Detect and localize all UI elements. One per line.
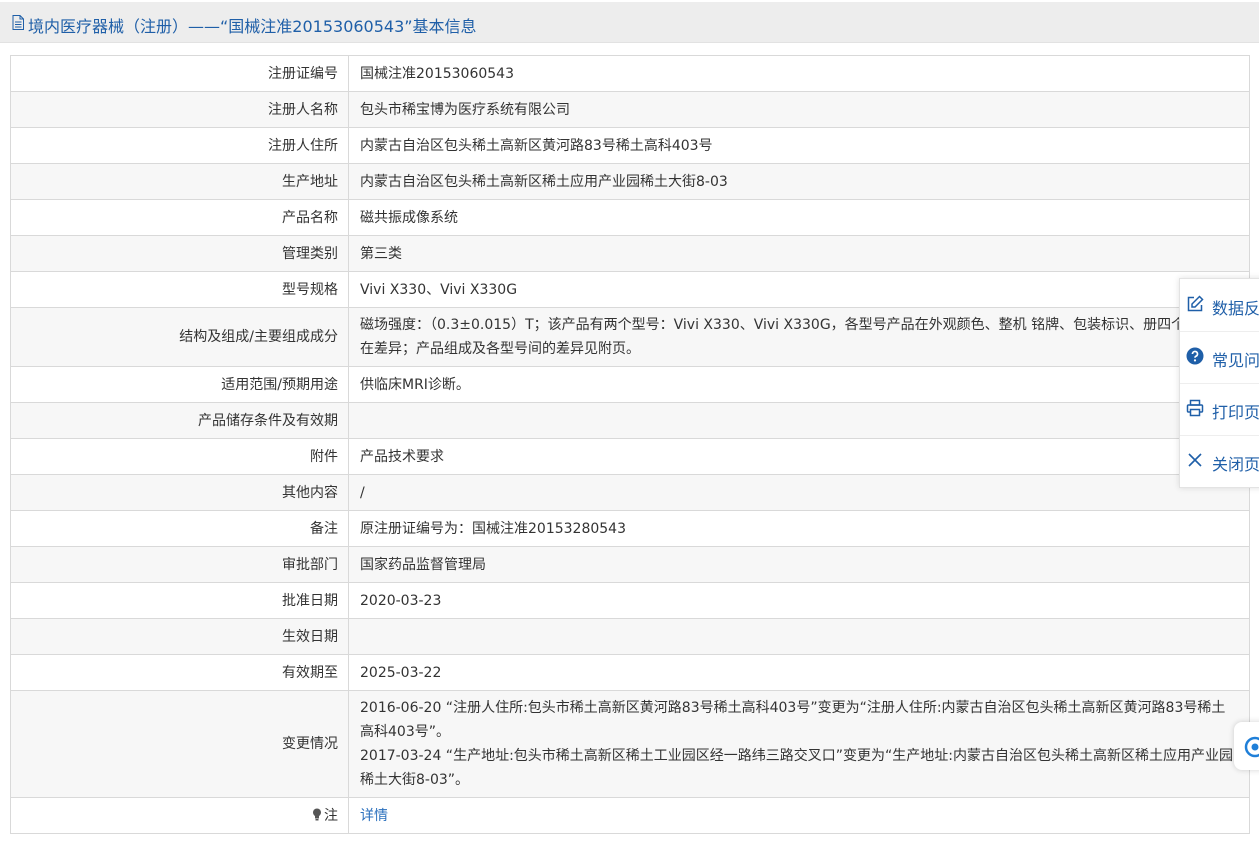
- row-label: 生产地址: [10, 163, 349, 200]
- row-label: 变更情况: [10, 690, 349, 798]
- table-row: 生效日期: [10, 618, 1250, 655]
- table-row: 注册证编号 国械注准20153060543: [10, 55, 1250, 92]
- table-row: 备注 原注册证编号为：国械注准20153280543: [10, 510, 1250, 547]
- row-value: 第三类: [348, 235, 1250, 272]
- change-entry: 2017-03-24 “生产地址:包头市稀土高新区稀土工业园区经一路纬三路交叉口…: [360, 748, 1234, 788]
- row-value: 内蒙古自治区包头稀土高新区稀土应用产业园稀土大街8-03: [348, 163, 1250, 200]
- row-value: [348, 618, 1250, 655]
- table-row: 审批部门 国家药品监督管理局: [10, 546, 1250, 583]
- table-row: 型号规格 Vivi X330、Vivi X330G: [10, 271, 1250, 308]
- row-label: 产品储存条件及有效期: [10, 402, 349, 439]
- row-label: 备注: [10, 510, 349, 547]
- row-value: /: [348, 474, 1250, 511]
- page-header: 境内医疗器械（注册）——“国械注准20153060543”基本信息: [0, 2, 1259, 43]
- row-value: 包头市稀宝博为医疗系统有限公司: [348, 91, 1250, 128]
- row-label: 型号规格: [10, 271, 349, 308]
- change-history: 2016-06-20 “注册人住所:包头市稀土高新区黄河路83号稀土高科403号…: [348, 690, 1250, 798]
- floating-assistant-button[interactable]: [1234, 722, 1259, 770]
- row-label: 注册人名称: [10, 91, 349, 128]
- table-row: 产品名称 磁共振成像系统: [10, 199, 1250, 236]
- info-table: 注册证编号 国械注准20153060543 注册人名称 包头市稀宝博为医疗系统有…: [10, 55, 1250, 834]
- table-row: 变更情况 2016-06-20 “注册人住所:包头市稀土高新区黄河路83号稀土高…: [10, 690, 1250, 798]
- print-label: 打印页: [1212, 403, 1259, 422]
- help-circle-icon: [1186, 347, 1204, 365]
- table-row: 附件 产品技术要求: [10, 438, 1250, 475]
- table-row: 注册人名称 包头市稀宝博为医疗系统有限公司: [10, 91, 1250, 128]
- side-toolbar: 数据反 常见问 打印页 关闭页: [1179, 278, 1259, 488]
- row-value: 磁场强度：（0.3±0.015）T；该产品有两个型号：Vivi X330、Viv…: [348, 307, 1250, 367]
- document-icon: [12, 15, 24, 30]
- row-label-note: 注: [10, 797, 349, 834]
- feedback-label: 数据反: [1212, 299, 1259, 318]
- row-label: 适用范围/预期用途: [10, 366, 349, 403]
- close-icon: [1188, 453, 1202, 467]
- table-row: 其他内容 /: [10, 474, 1250, 511]
- faq-button[interactable]: 常见问: [1180, 331, 1259, 384]
- row-value: 内蒙古自治区包头稀土高新区黄河路83号稀土高科403号: [348, 127, 1250, 164]
- feedback-button[interactable]: 数据反: [1180, 279, 1259, 332]
- details-link[interactable]: 详情: [360, 808, 388, 824]
- row-label: 结构及组成/主要组成成分: [10, 307, 349, 367]
- close-page-label: 关闭页: [1212, 455, 1259, 474]
- edit-icon: [1187, 295, 1204, 312]
- row-value: [348, 402, 1250, 439]
- print-button[interactable]: 打印页: [1180, 383, 1259, 436]
- change-entry: 2016-06-20 “注册人住所:包头市稀土高新区黄河路83号稀土高科403号…: [360, 700, 1226, 740]
- row-label: 注册证编号: [10, 55, 349, 92]
- row-value: 2025-03-22: [348, 654, 1250, 691]
- table-row: 生产地址 内蒙古自治区包头稀土高新区稀土应用产业园稀土大街8-03: [10, 163, 1250, 200]
- row-value: Vivi X330、Vivi X330G: [348, 271, 1250, 308]
- table-row: 产品储存条件及有效期: [10, 402, 1250, 439]
- row-value: 详情: [348, 797, 1250, 834]
- row-value: 磁共振成像系统: [348, 199, 1250, 236]
- table-row: 批准日期 2020-03-23: [10, 582, 1250, 619]
- note-label: 注: [324, 807, 338, 824]
- chat-assistant-icon: [1244, 736, 1259, 758]
- row-label: 注册人住所: [10, 127, 349, 164]
- row-label: 审批部门: [10, 546, 349, 583]
- table-row: 注册人住所 内蒙古自治区包头稀土高新区黄河路83号稀土高科403号: [10, 127, 1250, 164]
- row-value: 国家药品监督管理局: [348, 546, 1250, 583]
- close-page-button[interactable]: 关闭页: [1180, 435, 1259, 487]
- row-label: 附件: [10, 438, 349, 475]
- row-label: 其他内容: [10, 474, 349, 511]
- page-title: 境内医疗器械（注册）——“国械注准20153060543”基本信息: [28, 17, 477, 36]
- table-row: 有效期至 2025-03-22: [10, 654, 1250, 691]
- row-label: 产品名称: [10, 199, 349, 236]
- table-row: 适用范围/预期用途 供临床MRI诊断。: [10, 366, 1250, 403]
- table-row: 注 详情: [10, 797, 1250, 834]
- table-row: 结构及组成/主要组成成分 磁场强度：（0.3±0.015）T；该产品有两个型号：…: [10, 307, 1250, 367]
- row-label: 管理类别: [10, 235, 349, 272]
- lightbulb-icon: [313, 808, 321, 820]
- row-value: 国械注准20153060543: [348, 55, 1250, 92]
- row-value: 产品技术要求: [348, 438, 1250, 475]
- row-value: 供临床MRI诊断。: [348, 366, 1250, 403]
- row-value: 2020-03-23: [348, 582, 1250, 619]
- row-label: 有效期至: [10, 654, 349, 691]
- row-label: 生效日期: [10, 618, 349, 655]
- table-row: 管理类别 第三类: [10, 235, 1250, 272]
- faq-label: 常见问: [1212, 351, 1259, 370]
- row-label: 批准日期: [10, 582, 349, 619]
- row-value: 原注册证编号为：国械注准20153280543: [348, 510, 1250, 547]
- printer-icon: [1186, 399, 1204, 417]
